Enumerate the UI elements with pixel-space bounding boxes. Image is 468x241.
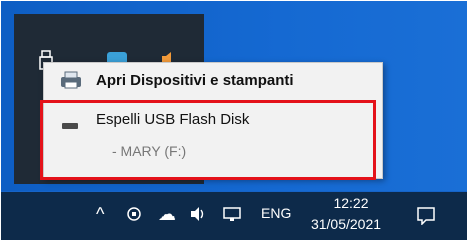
language-indicator[interactable]: ENG <box>261 205 291 221</box>
printer-icon <box>60 71 82 94</box>
volume-icon[interactable] <box>189 206 207 225</box>
eject-usb-label: Espelli USB Flash Disk <box>96 111 250 128</box>
context-menu: Apri Dispositivi e stampanti Espelli USB… <box>43 62 383 179</box>
usb-drive-icon <box>62 123 78 129</box>
open-devices-printers-label: Apri Dispositivi e stampanti <box>96 71 294 89</box>
clock-time[interactable]: 12:22 <box>321 195 381 211</box>
taskbar: ^ ☁ ENG 12:22 31/05/2021 <box>1 192 467 240</box>
eject-usb-drive-sublabel: - MARY (F:) <box>112 143 187 159</box>
ime-icon[interactable] <box>126 206 142 225</box>
network-icon[interactable] <box>223 206 241 225</box>
clock-date[interactable]: 31/05/2021 <box>306 216 386 232</box>
open-devices-printers-item[interactable]: Apri Dispositivi e stampanti <box>44 63 382 97</box>
show-hidden-icons-chevron[interactable]: ^ <box>96 204 104 225</box>
eject-usb-item[interactable]: Espelli USB Flash Disk - MARY (F:) <box>44 101 382 171</box>
notification-center-icon[interactable] <box>416 205 436 230</box>
cloud-icon[interactable]: ☁ <box>158 204 176 225</box>
